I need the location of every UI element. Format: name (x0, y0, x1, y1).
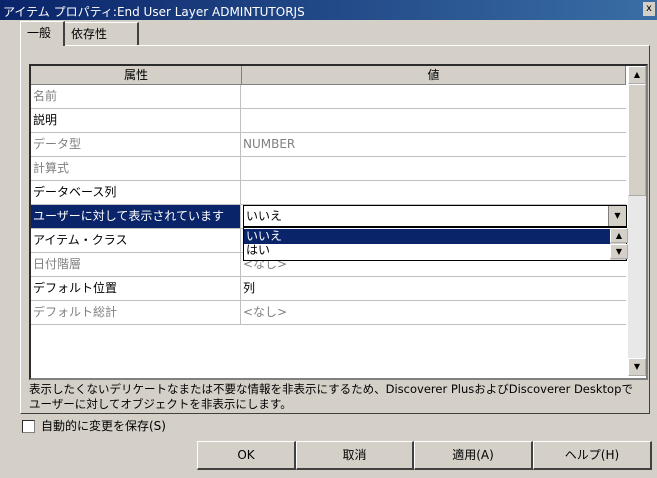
row-date-hierarchy-label: 日付階層 (31, 253, 241, 276)
cancel-button[interactable]: 取消 (296, 441, 414, 470)
visible-to-user-dropdown[interactable]: いいえ はい ▲ ▼ (243, 227, 628, 261)
row-default-aggregate[interactable]: デフォルト総計 <なし> (31, 301, 626, 325)
close-icon[interactable]: x (643, 2, 655, 16)
tab-dependencies[interactable]: 依存性 (64, 22, 139, 45)
row-item-class-label: アイテム・クラス (31, 229, 241, 252)
title-bar: アイテム プロパティ:End User Layer ADMINTUTORJS x (0, 0, 657, 20)
property-grid: 属性 値 名前 説明 データ型 NUMBER 計算式 データベース列 ユーザーに… (29, 64, 648, 380)
autosave-option[interactable]: 自動的に変更を保存(S) (22, 418, 166, 434)
scroll-thumb[interactable] (628, 84, 646, 196)
row-default-aggregate-value[interactable]: <なし> (243, 301, 623, 324)
row-description-label: 説明 (31, 109, 241, 132)
row-visible-to-user-label: ユーザーに対して表示されています (31, 205, 241, 228)
apply-button[interactable]: 適用(A) (414, 441, 533, 470)
row-description-value[interactable] (243, 109, 623, 132)
header-value: 値 (242, 66, 626, 85)
row-formula[interactable]: 計算式 (31, 157, 626, 181)
dropdown-option-no[interactable]: いいえ (244, 229, 610, 244)
row-formula-value[interactable] (243, 157, 623, 180)
scroll-up-icon[interactable]: ▲ (610, 228, 628, 243)
row-database-column-label: データベース列 (31, 181, 241, 204)
chevron-down-icon[interactable]: ▼ (608, 206, 626, 226)
dropdown-option-yes[interactable]: はい (244, 243, 610, 258)
row-database-column-value[interactable] (243, 181, 623, 204)
row-visible-to-user[interactable]: ユーザーに対して表示されています いいえ ▼ (31, 205, 627, 229)
dropdown-scrollbar[interactable]: ▲ ▼ (610, 228, 628, 260)
grid-scrollbar[interactable]: ▲ ▼ (628, 66, 646, 376)
row-default-position-label: デフォルト位置 (31, 277, 241, 300)
scroll-up-icon[interactable]: ▲ (628, 66, 646, 84)
ok-button[interactable]: OK (197, 441, 296, 470)
tab-general[interactable]: 一般 (20, 21, 65, 46)
row-formula-label: 計算式 (31, 157, 241, 180)
row-default-position-value[interactable]: 列 (243, 277, 623, 300)
row-name[interactable]: 名前 (31, 85, 626, 109)
row-datatype-label: データ型 (31, 133, 241, 156)
help-button[interactable]: ヘルプ(H) (533, 441, 652, 470)
autosave-checkbox[interactable] (22, 420, 35, 433)
row-datatype[interactable]: データ型 NUMBER (31, 133, 626, 157)
row-name-label: 名前 (31, 85, 241, 108)
visible-to-user-select[interactable]: いいえ ▼ (243, 205, 627, 227)
row-datatype-value: NUMBER (243, 133, 623, 156)
row-default-aggregate-label: デフォルト総計 (31, 301, 241, 324)
scroll-down-icon[interactable]: ▼ (610, 244, 628, 259)
row-name-value[interactable] (243, 85, 623, 108)
header-attribute: 属性 (31, 66, 242, 85)
scroll-down-icon[interactable]: ▼ (628, 358, 646, 376)
row-database-column[interactable]: データベース列 (31, 181, 626, 205)
row-description[interactable]: 説明 (31, 109, 626, 133)
properties-panel: 属性 値 名前 説明 データ型 NUMBER 計算式 データベース列 ユーザーに… (20, 45, 650, 414)
autosave-label: 自動的に変更を保存(S) (41, 419, 166, 433)
window-title: アイテム プロパティ:End User Layer ADMINTUTORJS (3, 5, 305, 19)
visible-to-user-value: いいえ (246, 209, 283, 223)
row-default-position[interactable]: デフォルト位置 列 (31, 277, 626, 301)
